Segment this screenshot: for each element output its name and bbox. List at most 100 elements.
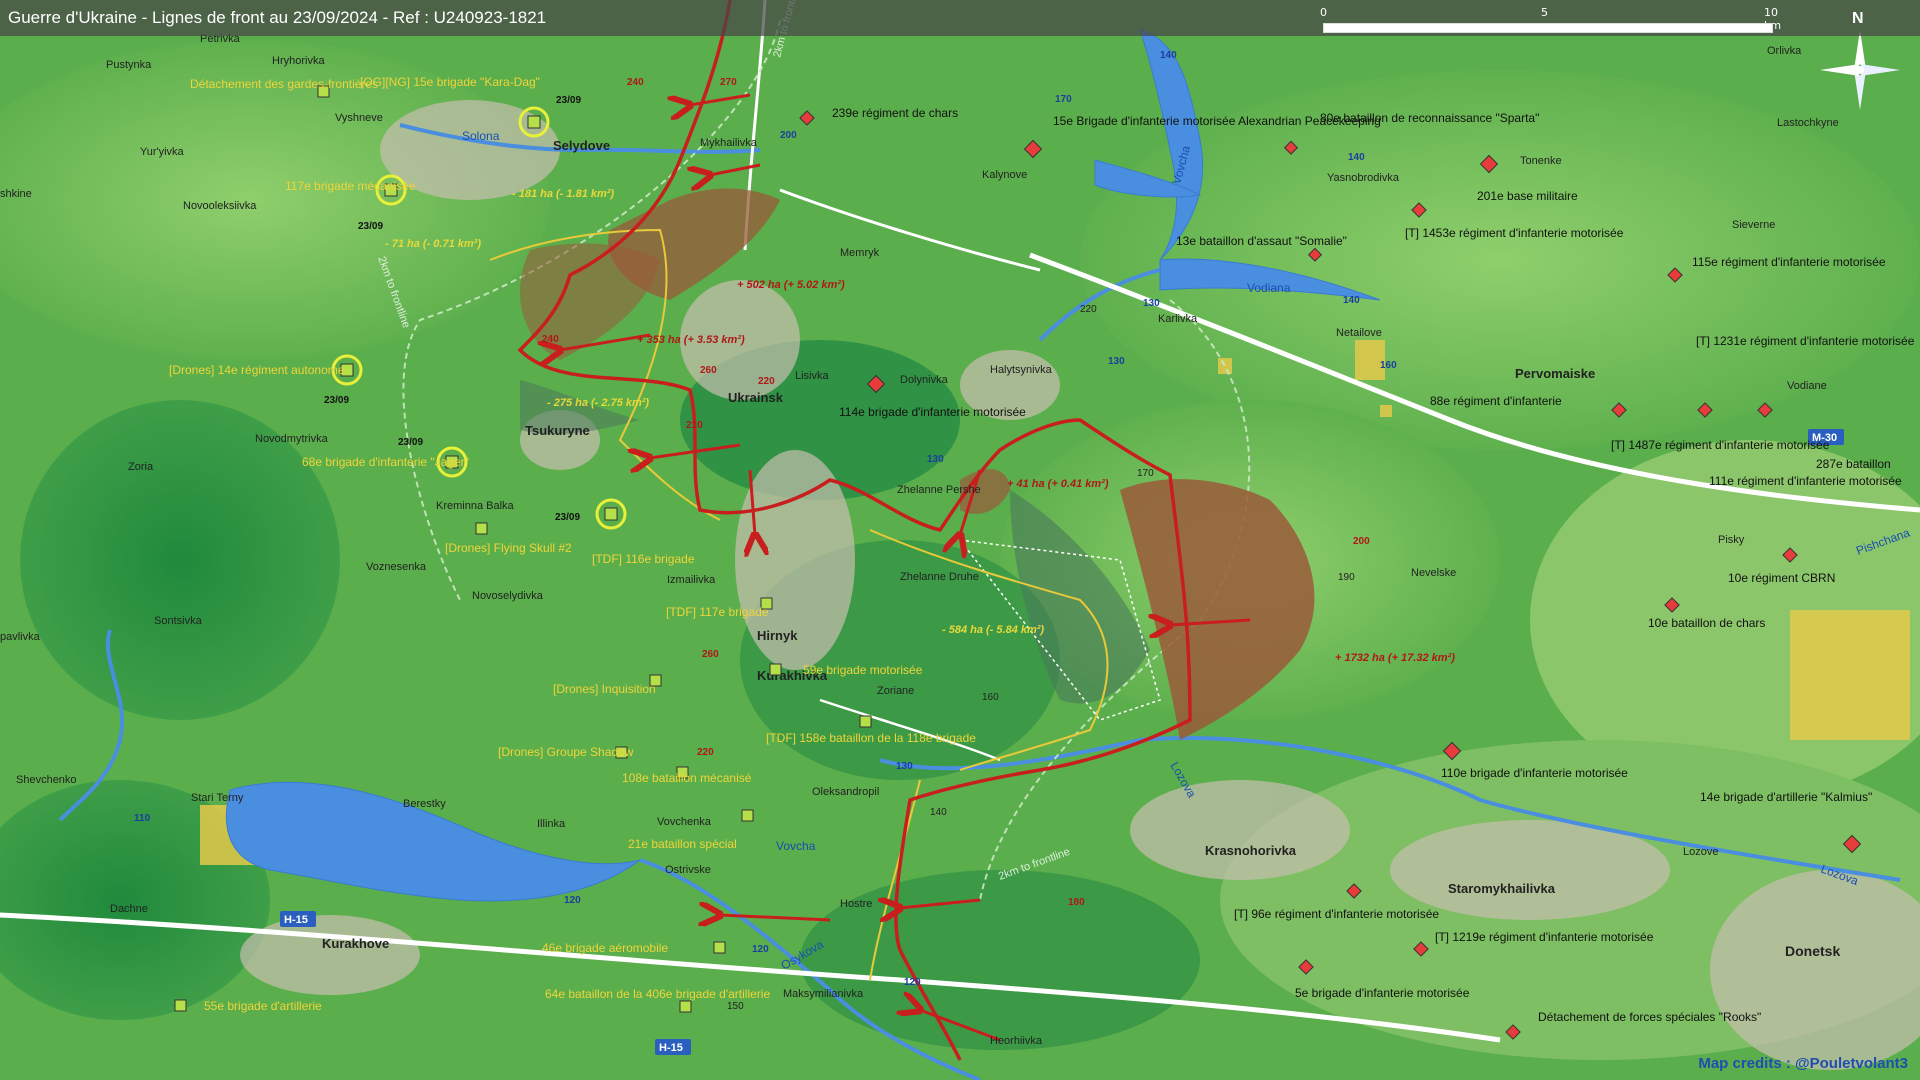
ukr-unit-label: [TDF] 158e bataillon de la 118e brigade xyxy=(766,731,976,745)
town-label: Pisky xyxy=(1718,534,1745,546)
ukr-unit-marker[interactable] xyxy=(859,715,872,728)
scale-bar-segment xyxy=(1323,23,1773,33)
rus-unit-label: 114e brigade d'infanterie motorisée xyxy=(839,405,1026,419)
town-label: Heorhiivka xyxy=(990,1035,1043,1047)
road-number: 140 xyxy=(1348,152,1365,163)
town-label: Kalynove xyxy=(982,169,1027,181)
ukr-unit-label: [TDF] 116e brigade xyxy=(592,552,695,566)
area-change-label: - 275 ha (- 2.75 km²) xyxy=(547,397,649,409)
town-label: Pervomaiske xyxy=(1515,366,1595,381)
ukr-unit-marker[interactable] xyxy=(174,999,187,1012)
elevation-label: 170 xyxy=(1137,468,1154,479)
rus-unit-label: [T] 96e régiment d'infanterie motorisée xyxy=(1234,907,1439,921)
town-label: Netailove xyxy=(1336,327,1382,339)
rus-unit-label: 10e bataillon de chars xyxy=(1648,616,1765,630)
ukr-unit-marker[interactable] xyxy=(713,941,726,954)
area-change-label: - 584 ha (- 5.84 km²) xyxy=(942,624,1044,636)
ukr-unit-label: [TDF] 117e brigade xyxy=(666,605,769,619)
town-label: Kreminna Balka xyxy=(436,500,515,512)
ukr-unit-marker[interactable] xyxy=(679,1000,692,1013)
road-number: 120 xyxy=(564,895,581,906)
unit-date: 23/09 xyxy=(324,395,349,406)
ukr-unit-label: 55e brigade d'artillerie xyxy=(204,999,322,1013)
rus-unit-label: 111e régiment d'infanterie motorisée xyxy=(1709,474,1902,488)
ukr-unit-marker[interactable] xyxy=(769,663,782,676)
unit-date: 23/09 xyxy=(555,512,580,523)
town-label: shkine xyxy=(0,188,32,200)
town-label: Zhelanne Pershe xyxy=(897,484,981,496)
town-label: Ostrivske xyxy=(665,864,711,876)
river-label: Vovcha xyxy=(776,839,816,853)
area-change-label: + 502 ha (+ 5.02 km²) xyxy=(737,279,845,291)
rus-unit-label: Détachement de forces spéciales "Rooks" xyxy=(1538,1010,1761,1024)
rus-unit-label: 201e base militaire xyxy=(1477,189,1578,203)
town-label: Izmailivka xyxy=(667,574,716,586)
town-label: Nevelske xyxy=(1411,567,1456,579)
town-label: Zhelanne Druhe xyxy=(900,571,979,583)
ukr-unit-marker[interactable] xyxy=(741,809,754,822)
compass-north-label: N xyxy=(1852,10,1864,27)
road-number: 110 xyxy=(134,813,151,824)
elevation-label: 220 xyxy=(758,376,775,387)
town-label: Dolynivka xyxy=(900,374,949,386)
area-change-label: + 1732 ha (+ 17.32 km²) xyxy=(1335,652,1455,664)
town-label: Maksymilianivka xyxy=(783,988,864,1000)
ukr-unit-label: [Drones] 14e régiment autonome xyxy=(169,363,345,377)
town-label: Hryhorivka xyxy=(272,55,325,67)
town-label: Yur'yivka xyxy=(140,146,185,158)
town-label: Donetsk xyxy=(1785,943,1840,959)
town-label: Lisivka xyxy=(795,370,830,382)
road-number: 200 xyxy=(780,130,797,141)
town-label: Novodmytrivka xyxy=(255,433,329,445)
town-label: Stari Terny xyxy=(191,792,244,804)
scale-label-5: 5 xyxy=(1541,6,1548,19)
town-label: Voznesenka xyxy=(366,561,427,573)
rus-unit-label: [T] 1219e régiment d'infanterie motorisé… xyxy=(1435,930,1654,944)
road-number: 120 xyxy=(904,977,921,988)
town-label: Novoselydivka xyxy=(472,590,544,602)
elevation-label: 150 xyxy=(727,1001,744,1012)
area-change-label: - 71 ha (- 0.71 km²) xyxy=(385,238,481,250)
elevation-label: 160 xyxy=(982,692,999,703)
elevation-label: 190 xyxy=(1338,572,1355,583)
elevation-label: 220 xyxy=(1080,304,1097,315)
road-number: 130 xyxy=(927,454,944,465)
scale-label-0: 0 xyxy=(1320,6,1327,19)
town-label: Yasnobrodivka xyxy=(1327,172,1400,184)
ukr-unit-label: [Drones] Inquisition xyxy=(553,682,656,696)
elevation-label: 240 xyxy=(542,334,559,345)
rus-unit-label: 80e bataillon de reconnaissance "Sparta" xyxy=(1320,111,1539,125)
elevation-label: 200 xyxy=(1353,536,1370,547)
town-label: Lozove xyxy=(1683,846,1718,858)
town-label: Ukrainsk xyxy=(728,390,784,405)
elevation-label: 270 xyxy=(720,77,737,88)
map-canvas[interactable]: Selydove Ukrainsk Tsukuryne Hirnyk Kurak… xyxy=(0,0,1920,1080)
area-change-label: - 181 ha (- 1.81 km²) xyxy=(512,188,614,200)
town-label: Illinka xyxy=(537,818,566,830)
town-label: Vovchenka xyxy=(657,816,712,828)
elevation-label: 260 xyxy=(702,649,719,660)
town-label: Hostre xyxy=(840,898,872,910)
rus-unit-label: 115e régiment d'infanterie motorisée xyxy=(1692,255,1886,269)
ukr-unit-marker[interactable] xyxy=(475,522,488,535)
rus-unit-label: 14e brigade d'artillerie "Kalmius" xyxy=(1700,790,1872,804)
town-label: Tonenke xyxy=(1520,155,1562,167)
ukr-unit-label: 117e brigade mécanisée xyxy=(285,179,416,193)
rus-unit-label: 88e régiment d'infanterie xyxy=(1430,394,1562,408)
town-label: Pustynka xyxy=(106,59,152,71)
rus-unit-label: 5e brigade d'infanterie motorisée xyxy=(1295,986,1470,1000)
town-label: Sontsivka xyxy=(154,615,203,627)
unit-date: 23/09 xyxy=(358,221,383,232)
town-label: Lastochkyne xyxy=(1777,117,1839,129)
rus-unit-label: 110e brigade d'infanterie motorisée xyxy=(1441,766,1628,780)
rus-unit-label: 239e régiment de chars xyxy=(832,106,958,120)
area-change-label: + 41 ha (+ 0.41 km²) xyxy=(1007,478,1109,490)
town-label: Vyshneve xyxy=(335,112,383,124)
town-label: Sieverne xyxy=(1732,219,1775,231)
elevation-label: 260 xyxy=(700,365,717,376)
town-label: Hirnyk xyxy=(757,628,798,643)
river-label: Vodiana xyxy=(1247,281,1291,295)
area-change-label: + 353 ha (+ 3.53 km²) xyxy=(637,334,745,346)
ukr-unit-label: 108e bataillon mécanisé xyxy=(622,771,752,785)
rus-unit-label: [T] 1487e régiment d'infanterie motorisé… xyxy=(1611,438,1830,452)
